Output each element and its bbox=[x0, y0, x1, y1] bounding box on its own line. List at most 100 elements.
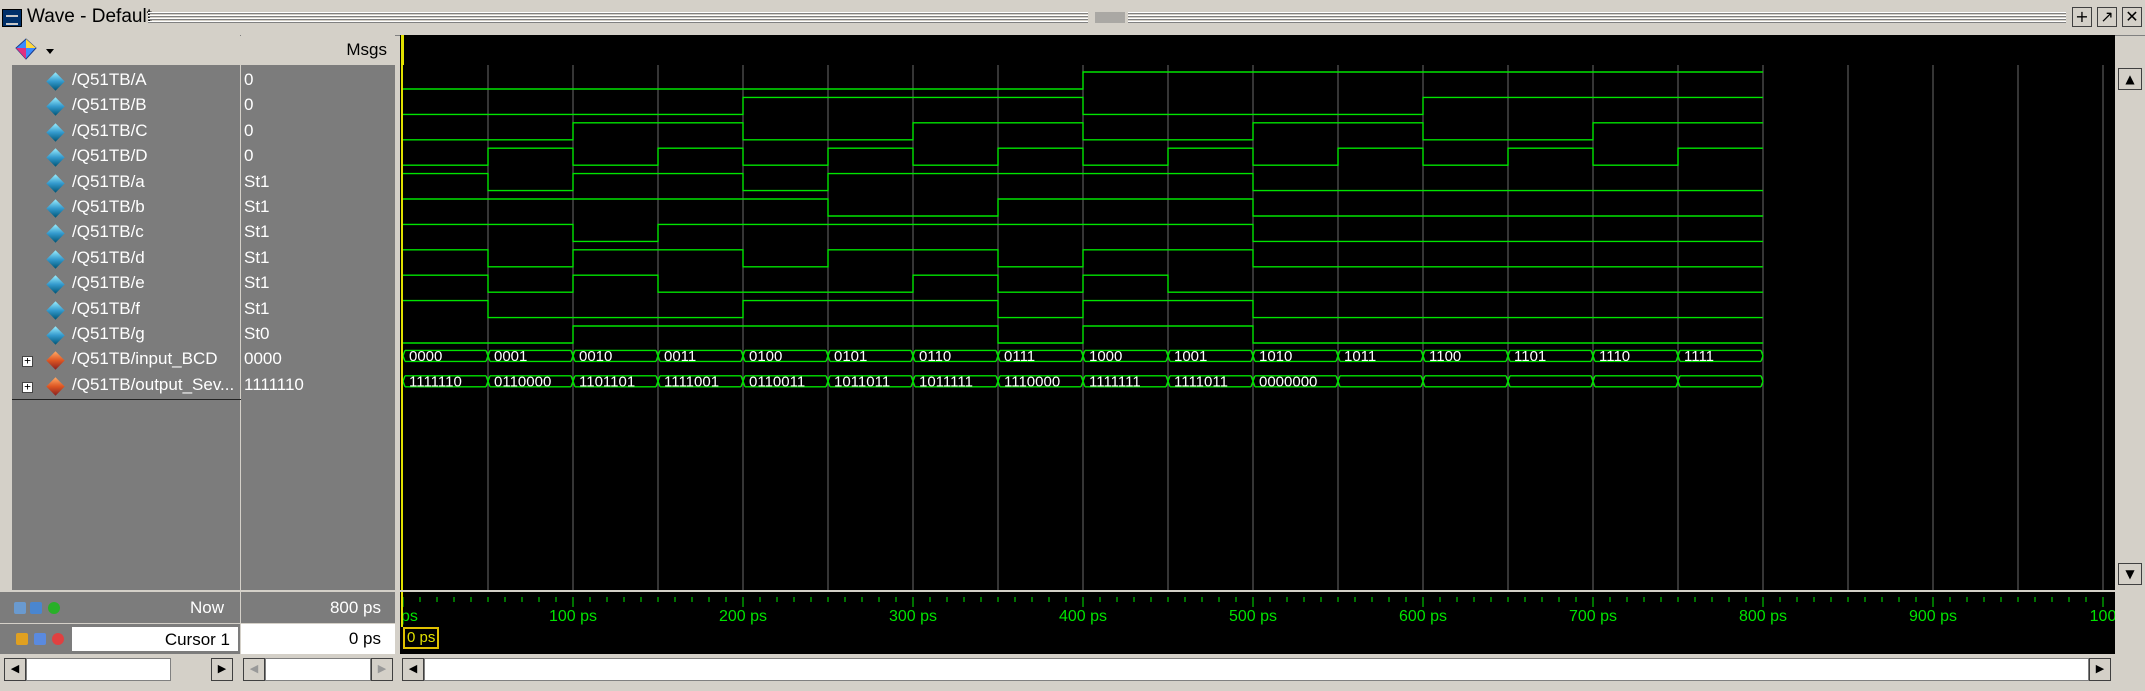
signal-icon bbox=[46, 326, 65, 345]
signal-icon bbox=[46, 72, 65, 91]
value-hscrollbar[interactable]: ◀ ▶ bbox=[241, 656, 395, 683]
signal-row[interactable]: /Q51TB/a bbox=[12, 171, 240, 196]
bus-value-label: 0100 bbox=[749, 348, 782, 365]
cursor-row-label: Cursor 1 bbox=[0, 624, 240, 654]
maximize-pane-button[interactable]: + bbox=[2072, 7, 2092, 27]
signal-value: St1 bbox=[244, 222, 270, 242]
cursor-flag[interactable]: 0 ps bbox=[403, 627, 440, 649]
signal-name: /Q51TB/d bbox=[72, 247, 145, 267]
cursor-marker-top[interactable] bbox=[401, 35, 404, 65]
dock-handle[interactable] bbox=[1095, 12, 1125, 23]
bus-value-label: 0101 bbox=[834, 348, 867, 365]
signal-row[interactable]: /Q51TB/b bbox=[12, 196, 240, 221]
signal-name: /Q51TB/c bbox=[72, 222, 144, 242]
signal-name: /Q51TB/D bbox=[72, 146, 148, 166]
wave-tool-icon[interactable] bbox=[12, 35, 62, 65]
signal-name: /Q51TB/output_Sev... bbox=[72, 374, 235, 394]
signal-row[interactable]: /Q51TB/A bbox=[12, 69, 240, 94]
signal-row[interactable]: /Q51TB/d bbox=[12, 247, 240, 272]
signal-row[interactable]: /Q51TB/e bbox=[12, 272, 240, 297]
wave-scroll-right-button[interactable]: ▶ bbox=[2089, 658, 2111, 681]
cursor-name-field[interactable]: Cursor 1 bbox=[72, 627, 238, 651]
signal-row[interactable]: /Q51TB/f bbox=[12, 298, 240, 323]
signal-name: /Q51TB/A bbox=[72, 70, 147, 89]
wave-window-icon bbox=[2, 9, 22, 27]
signal-value: St0 bbox=[244, 324, 270, 343]
ruler-label: 700 ps bbox=[1569, 608, 1617, 625]
vertical-scrollbar[interactable]: ▲ ▼ bbox=[2117, 65, 2145, 590]
signal-name-pane[interactable]: /Q51TB/A/Q51TB/B/Q51TB/C/Q51TB/D/Q51TB/a… bbox=[12, 65, 387, 590]
time-ruler[interactable]: ps 100 ps 200 ps 300 ps 400 ps 500 ps 600 ps 70… bbox=[400, 592, 2116, 654]
value-row: St1 bbox=[241, 196, 395, 221]
signal-name: /Q51TB/e bbox=[72, 273, 145, 293]
signal-row[interactable]: /Q51TB/g bbox=[12, 323, 240, 348]
value-scroll-right-button[interactable]: ▶ bbox=[371, 658, 393, 681]
signal-value: St1 bbox=[244, 247, 270, 267]
signal-row[interactable]: + /Q51TB/output_Sev... bbox=[12, 374, 240, 399]
signal-value-pane: 0 0 0 0 St1 St1 St1 St1 St1 St1 St0 0000 1111110 bbox=[241, 65, 395, 590]
waveform-trace bbox=[403, 249, 1763, 268]
scroll-down-button[interactable]: ▼ bbox=[2118, 563, 2142, 585]
signal-name: /Q51TB/g bbox=[72, 324, 145, 343]
bus-value-label: 0000 bbox=[409, 348, 442, 365]
ruler-label: 400 ps bbox=[1059, 608, 1107, 625]
signal-row[interactable]: /Q51TB/D bbox=[12, 145, 240, 170]
signal-row[interactable]: /Q51TB/c bbox=[12, 221, 240, 246]
ruler-label: 800 ps bbox=[1739, 608, 1787, 625]
expand-icon[interactable]: + bbox=[22, 381, 33, 393]
signal-row[interactable]: + /Q51TB/input_BCD bbox=[12, 348, 240, 373]
signal-icon bbox=[46, 97, 65, 117]
signal-row[interactable]: /Q51TB/C bbox=[12, 120, 240, 145]
edit-cursor-icon[interactable] bbox=[34, 633, 46, 645]
signal-icon bbox=[46, 199, 65, 218]
bus-value-label: 1111011 bbox=[1174, 373, 1228, 390]
scroll-track[interactable] bbox=[26, 658, 171, 681]
signal-value: 0 bbox=[244, 70, 254, 89]
bus-value-label: 0110011 bbox=[749, 373, 805, 390]
bus-value-label: 1001 bbox=[1174, 348, 1207, 365]
expand-icon[interactable]: + bbox=[22, 355, 33, 368]
bus-value-label: 1000 bbox=[1089, 348, 1122, 365]
scroll-left-button[interactable]: ◀ bbox=[4, 658, 26, 681]
signal-icon bbox=[46, 250, 65, 269]
now-label: Now bbox=[189, 598, 224, 617]
signal-value: St1 bbox=[244, 273, 270, 293]
now-value-cell: 800 ps bbox=[241, 592, 395, 623]
value-row: 0 bbox=[241, 145, 395, 170]
bus-value-label: 1010 bbox=[1259, 348, 1292, 365]
signal-icon bbox=[46, 275, 65, 294]
scroll-up-button[interactable]: ▲ bbox=[2118, 68, 2142, 90]
value-row: St1 bbox=[241, 247, 395, 272]
signal-row[interactable]: /Q51TB/B bbox=[12, 94, 240, 119]
bus-signal-icon bbox=[46, 351, 65, 371]
signal-name: /Q51TB/C bbox=[72, 120, 148, 140]
signal-value: 0000 bbox=[244, 349, 282, 369]
signal-name: /Q51TB/a bbox=[72, 171, 145, 191]
signal-value: 0 bbox=[244, 146, 254, 166]
name-column-header bbox=[0, 35, 240, 65]
waveform-canvas[interactable]: 0000 0001 0010 0011 0100 0101 0110 0111 1000 1001… bbox=[400, 65, 2115, 590]
bus-value-label: 1110000 bbox=[1004, 373, 1060, 390]
insert-icon[interactable] bbox=[30, 602, 42, 614]
ruler-label: 300 ps bbox=[889, 608, 937, 625]
wave-scroll-left-button[interactable]: ◀ bbox=[402, 658, 424, 681]
lock-icon[interactable] bbox=[16, 633, 28, 645]
window-titlebar: Wave - Default + ↗ ✕ bbox=[0, 0, 2145, 36]
waveform-pane[interactable]: 0000 0001 0010 0011 0100 0101 0110 0111 1000 1001… bbox=[400, 65, 2115, 590]
undock-button[interactable]: ↗ bbox=[2097, 7, 2117, 27]
value-row: 1111110 bbox=[241, 374, 395, 399]
wave-scroll-thumb[interactable] bbox=[424, 658, 2089, 681]
bus-value-label: 0110 bbox=[919, 348, 951, 365]
ruler-label: 500 ps bbox=[1229, 608, 1277, 625]
value-scroll-track[interactable] bbox=[265, 658, 371, 681]
delete-cursor-icon[interactable] bbox=[52, 633, 64, 645]
time-ruler-canvas[interactable]: ps 100 ps 200 ps 300 ps 400 ps 500 ps 600 ps 70… bbox=[400, 592, 2116, 654]
value-scroll-left-button[interactable]: ◀ bbox=[243, 658, 265, 681]
scroll-right-button[interactable]: ▶ bbox=[211, 658, 233, 681]
add-wave-icon[interactable] bbox=[14, 602, 26, 614]
name-hscrollbar[interactable]: ◀ ▶ bbox=[0, 656, 240, 683]
wave-hscrollbar[interactable]: ◀ ▶ bbox=[400, 656, 2115, 683]
wave-header bbox=[400, 35, 2115, 65]
add-cursor-icon[interactable] bbox=[48, 602, 60, 614]
close-button[interactable]: ✕ bbox=[2122, 7, 2142, 27]
